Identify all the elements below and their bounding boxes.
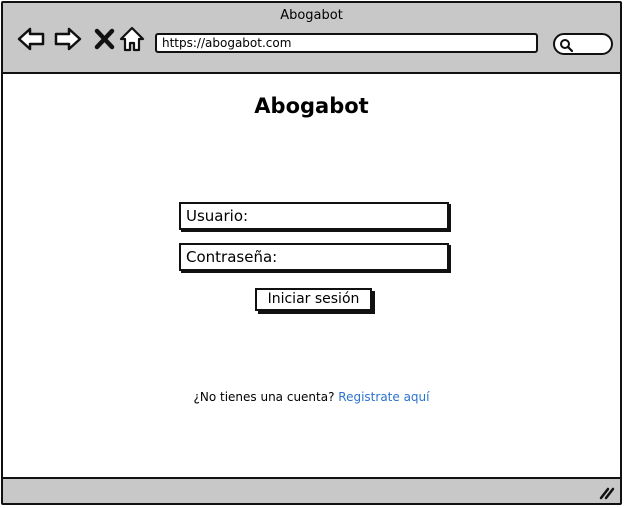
browser-window: Abogabot https://abogabot.com Abogabot U… bbox=[1, 1, 622, 505]
browser-toolbar: Abogabot https://abogabot.com bbox=[3, 3, 620, 74]
login-button[interactable]: Iniciar sesión bbox=[255, 288, 372, 311]
signup-link[interactable]: Registrate aquí bbox=[338, 390, 429, 404]
signup-prompt: ¿No tienes una cuenta? bbox=[193, 390, 335, 404]
page-content: Abogabot Usuario: Contraseña: Iniciar se… bbox=[3, 74, 620, 479]
window-title: Abogabot bbox=[280, 8, 343, 23]
home-icon[interactable] bbox=[118, 25, 146, 53]
page-title: Abogabot bbox=[254, 94, 369, 118]
resize-grip-icon[interactable] bbox=[598, 482, 616, 500]
back-arrow-icon[interactable] bbox=[17, 25, 45, 53]
address-bar[interactable]: https://abogabot.com bbox=[155, 33, 538, 53]
forward-arrow-icon[interactable] bbox=[54, 25, 82, 53]
close-x-icon[interactable] bbox=[91, 25, 119, 53]
search-box[interactable] bbox=[553, 33, 613, 55]
password-field[interactable]: Contraseña: bbox=[179, 243, 449, 271]
username-field[interactable]: Usuario: bbox=[179, 202, 449, 230]
status-bar bbox=[3, 477, 620, 503]
search-icon bbox=[560, 39, 573, 52]
signup-line: ¿No tienes una cuenta? Registrate aquí bbox=[3, 390, 620, 404]
